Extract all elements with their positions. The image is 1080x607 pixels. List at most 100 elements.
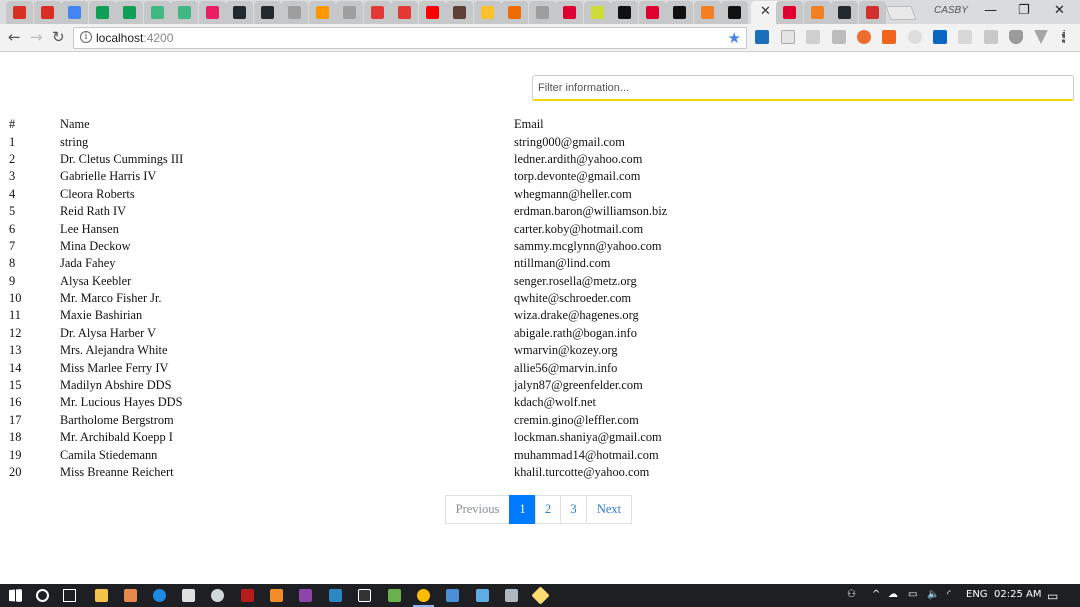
- tab-24[interactable]: [666, 1, 693, 24]
- tab-16[interactable]: [446, 1, 473, 24]
- wifi-icon[interactable]: ◜: [947, 589, 951, 600]
- db-app-icon[interactable]: [505, 589, 518, 602]
- extension-window-icon[interactable]: [781, 30, 795, 44]
- forward-arrow-icon[interactable]: →: [30, 28, 43, 46]
- back-arrow-icon[interactable]: ←: [8, 28, 21, 46]
- extension-orange-icon[interactable]: [857, 30, 871, 44]
- tab-7[interactable]: [198, 1, 226, 24]
- cell-name: Miss Breanne Reichert: [60, 465, 174, 479]
- tab-18[interactable]: [501, 1, 528, 24]
- tab-21[interactable]: [583, 1, 611, 24]
- tab-17[interactable]: [473, 1, 501, 24]
- tab-8[interactable]: [226, 1, 253, 24]
- filezilla-icon[interactable]: [241, 589, 254, 602]
- gimp-icon[interactable]: [388, 589, 401, 602]
- extension-rss-icon[interactable]: [882, 30, 896, 44]
- extension-shield-icon[interactable]: [1009, 30, 1023, 44]
- page-icon: [288, 6, 301, 19]
- window-app-icon-2[interactable]: [476, 589, 489, 602]
- minimize-icon[interactable]: —: [984, 3, 997, 18]
- volume-icon[interactable]: 🔈: [927, 589, 939, 600]
- page-3-button[interactable]: 3: [560, 495, 587, 524]
- shopping-bag-icon[interactable]: [182, 589, 195, 602]
- tab-26[interactable]: [721, 1, 748, 24]
- extension-linkedin-icon[interactable]: [933, 30, 947, 44]
- tab-14[interactable]: [391, 1, 418, 24]
- tab-25[interactable]: [693, 1, 721, 24]
- filter-input[interactable]: [532, 75, 1074, 101]
- tab-1[interactable]: [33, 1, 61, 24]
- tab-4[interactable]: [116, 1, 143, 24]
- notifications-icon[interactable]: ▭: [1047, 589, 1058, 603]
- tab-20[interactable]: [556, 1, 583, 24]
- tab-5[interactable]: [143, 1, 171, 24]
- address-bar[interactable]: i localhost:4200 ★: [73, 27, 747, 49]
- table-row: 17 Bartholome Bergstrom cremin.gino@leffle…: [0, 412, 1080, 429]
- window-app-icon[interactable]: [446, 589, 459, 602]
- profile-name[interactable]: CASBY: [934, 5, 968, 16]
- reload-icon[interactable]: ↻: [52, 28, 65, 46]
- extension-m-icon[interactable]: [755, 30, 769, 44]
- file-explorer-icon[interactable]: [95, 589, 108, 602]
- close-tab-icon[interactable]: ✕: [760, 4, 771, 19]
- chat-icon: [123, 6, 136, 19]
- cell-name: Gabrielle Harris IV: [60, 169, 157, 184]
- tab-after-3[interactable]: [858, 1, 886, 24]
- tab-2[interactable]: [61, 1, 88, 24]
- tab-3[interactable]: [88, 1, 116, 24]
- cloud-icon[interactable]: ☁: [888, 589, 898, 600]
- extension-grey-icon[interactable]: [984, 30, 998, 44]
- bookmark-star-icon[interactable]: ★: [728, 29, 741, 47]
- gmail-icon: [40, 6, 54, 19]
- page-2-button[interactable]: 2: [535, 495, 561, 524]
- tab-0[interactable]: [6, 1, 33, 24]
- tab-23[interactable]: [638, 1, 666, 24]
- pwa-icon: [315, 6, 329, 19]
- browser-menu-icon[interactable]: [1062, 30, 1066, 44]
- language-indicator[interactable]: ENG: [966, 589, 988, 600]
- task-view-icon[interactable]: [63, 589, 76, 602]
- tab-after-2[interactable]: [831, 1, 858, 24]
- restore-icon[interactable]: ❐: [1018, 3, 1030, 18]
- battery-icon[interactable]: ▭: [908, 589, 917, 600]
- extension-envelope-icon[interactable]: [958, 30, 972, 44]
- taskbar-clock[interactable]: 02:25 AM: [994, 589, 1041, 600]
- close-window-icon[interactable]: ✕: [1054, 3, 1065, 18]
- tab-13[interactable]: [363, 1, 391, 24]
- next-page-button[interactable]: Next: [586, 495, 632, 524]
- store-icon[interactable]: [124, 589, 137, 602]
- edge-icon[interactable]: [153, 589, 166, 602]
- info-icon[interactable]: i: [80, 31, 92, 43]
- tab-9[interactable]: [253, 1, 281, 24]
- windows-start-icon[interactable]: [9, 589, 22, 602]
- extension-mail-icon[interactable]: [832, 30, 846, 44]
- search-icon[interactable]: [36, 589, 49, 602]
- new-tab-button[interactable]: [885, 6, 917, 20]
- people-icon[interactable]: ⚇: [847, 589, 856, 600]
- extension-cast-icon[interactable]: [806, 30, 820, 44]
- paint-icon[interactable]: [211, 589, 224, 602]
- tab-11[interactable]: [308, 1, 336, 24]
- tab-after-1[interactable]: [803, 1, 831, 24]
- webstorm-icon[interactable]: [329, 589, 342, 602]
- tab-after-0[interactable]: [776, 1, 803, 24]
- tab-19[interactable]: [528, 1, 556, 24]
- tab-12[interactable]: [336, 1, 363, 24]
- extension-feather-icon[interactable]: [908, 30, 922, 44]
- table-row: 1 string string000@gmail.com: [0, 133, 1080, 150]
- tab-10[interactable]: [281, 1, 308, 24]
- chrome-icon[interactable]: [413, 589, 434, 607]
- page-1-button[interactable]: 1: [509, 495, 536, 524]
- intellij-icon[interactable]: [358, 589, 371, 602]
- tab-15[interactable]: [418, 1, 446, 24]
- tab-22[interactable]: [611, 1, 638, 24]
- url-text[interactable]: localhost:4200: [96, 31, 173, 45]
- cell-id: 8: [9, 256, 16, 271]
- tab-6[interactable]: [171, 1, 198, 24]
- extension-v-icon[interactable]: [1034, 30, 1048, 44]
- phpstorm-icon[interactable]: [299, 589, 312, 602]
- git-icon[interactable]: [531, 586, 550, 605]
- sublime-icon[interactable]: [270, 589, 283, 602]
- show-hidden-icons[interactable]: ^: [872, 589, 880, 600]
- previous-page-button[interactable]: Previous: [445, 495, 510, 524]
